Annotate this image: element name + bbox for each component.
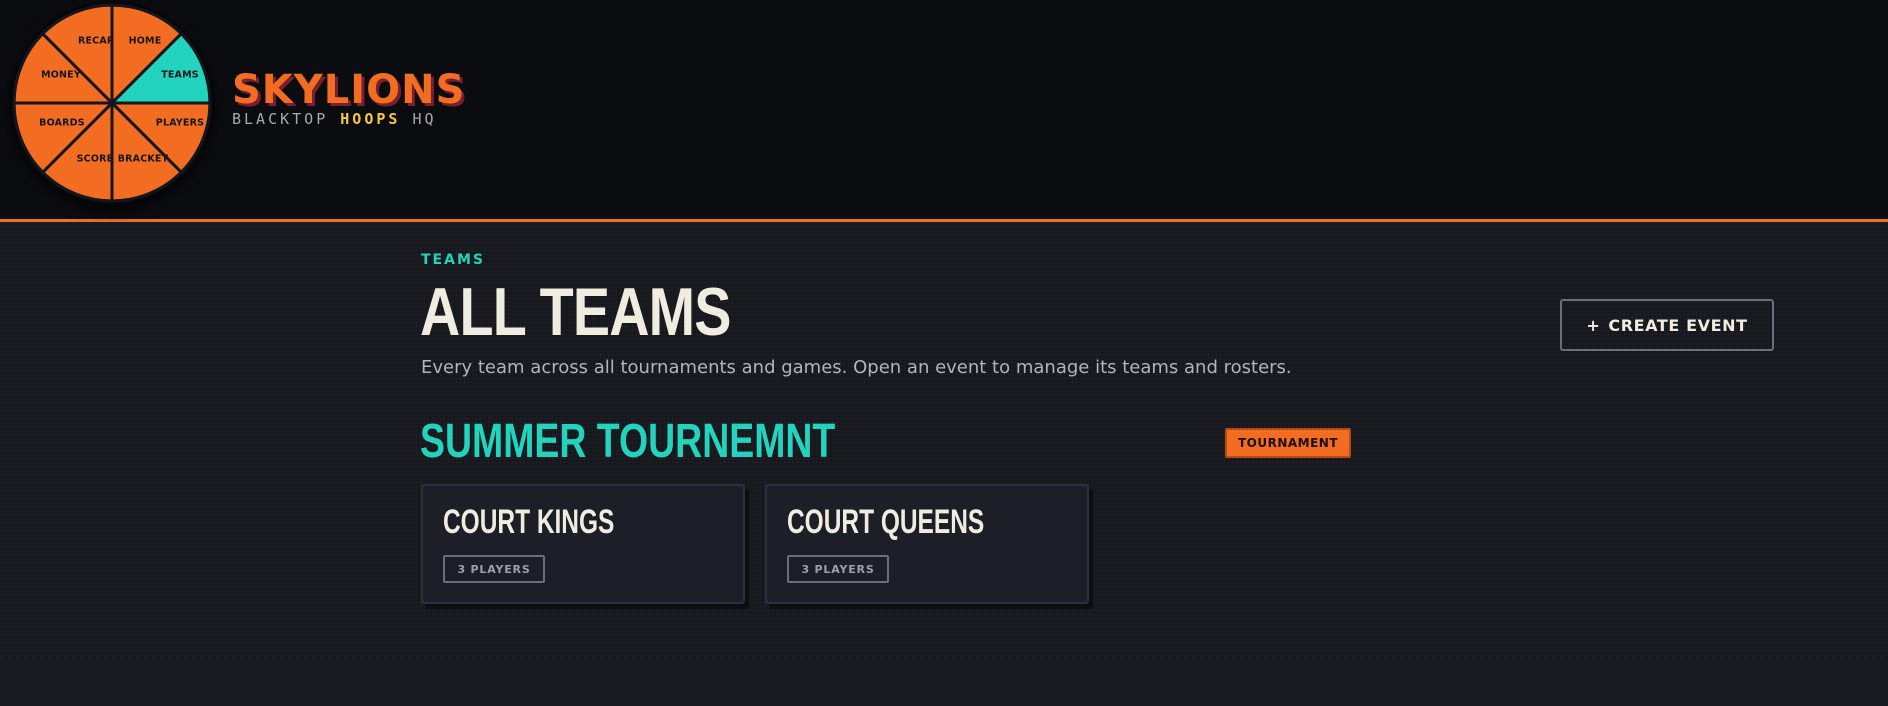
- player-count-badge: 3 PLAYERS: [787, 555, 889, 583]
- footer-strip: [0, 660, 1888, 706]
- nav-label: TEAMS: [161, 70, 199, 81]
- nav-label: RECAP: [78, 36, 114, 47]
- team-name: COURT QUEENS: [787, 503, 985, 541]
- nav-label: BOARDS: [39, 118, 85, 129]
- nav-label: MONEY: [41, 70, 81, 81]
- brand[interactable]: SKYLIONS BLACKTOP HOOPS HQ: [232, 68, 465, 128]
- plus-icon: +: [1586, 315, 1601, 335]
- nav-label: HOME: [129, 36, 162, 47]
- create-event-label: CREATE EVENT: [1608, 315, 1748, 335]
- brand-logo-text: SKYLIONS: [232, 67, 466, 113]
- team-card[interactable]: COURT QUEENS 3 PLAYERS: [765, 484, 1089, 604]
- tagline-highlight: HOOPS: [340, 110, 401, 128]
- nav-label: SCORE: [77, 154, 114, 165]
- app-header: HOME TEAMS PLAYERS BRACKET SCORE BOARDS MONEY R…: [0, 0, 1888, 222]
- tagline-suffix: HQ: [412, 110, 437, 128]
- nav-label: BRACKET: [118, 154, 169, 165]
- nav-wheel-svg: HOME TEAMS PLAYERS BRACKET SCORE BOARDS MONEY R…: [12, 3, 212, 203]
- page-title: ALL TEAMS: [420, 274, 731, 350]
- player-count-badge: 3 PLAYERS: [443, 555, 545, 583]
- team-card[interactable]: COURT KINGS 3 PLAYERS: [421, 484, 745, 604]
- brand-tagline: BLACKTOP HOOPS HQ: [232, 110, 465, 128]
- section-eyebrow: TEAMS: [421, 252, 485, 268]
- nav-wheel: HOME TEAMS PLAYERS BRACKET SCORE BOARDS MONEY R…: [10, 1, 214, 205]
- create-event-button[interactable]: + CREATE EVENT: [1560, 299, 1774, 351]
- tagline-prefix: BLACKTOP: [232, 110, 329, 128]
- team-name: COURT KINGS: [443, 503, 615, 541]
- page-description: Every team across all tournaments and ga…: [421, 357, 1292, 378]
- event-title[interactable]: SUMMER TOURNEMNT: [420, 414, 835, 470]
- event-type-badge: TOURNAMENT: [1225, 428, 1351, 458]
- nav-label: PLAYERS: [156, 118, 204, 129]
